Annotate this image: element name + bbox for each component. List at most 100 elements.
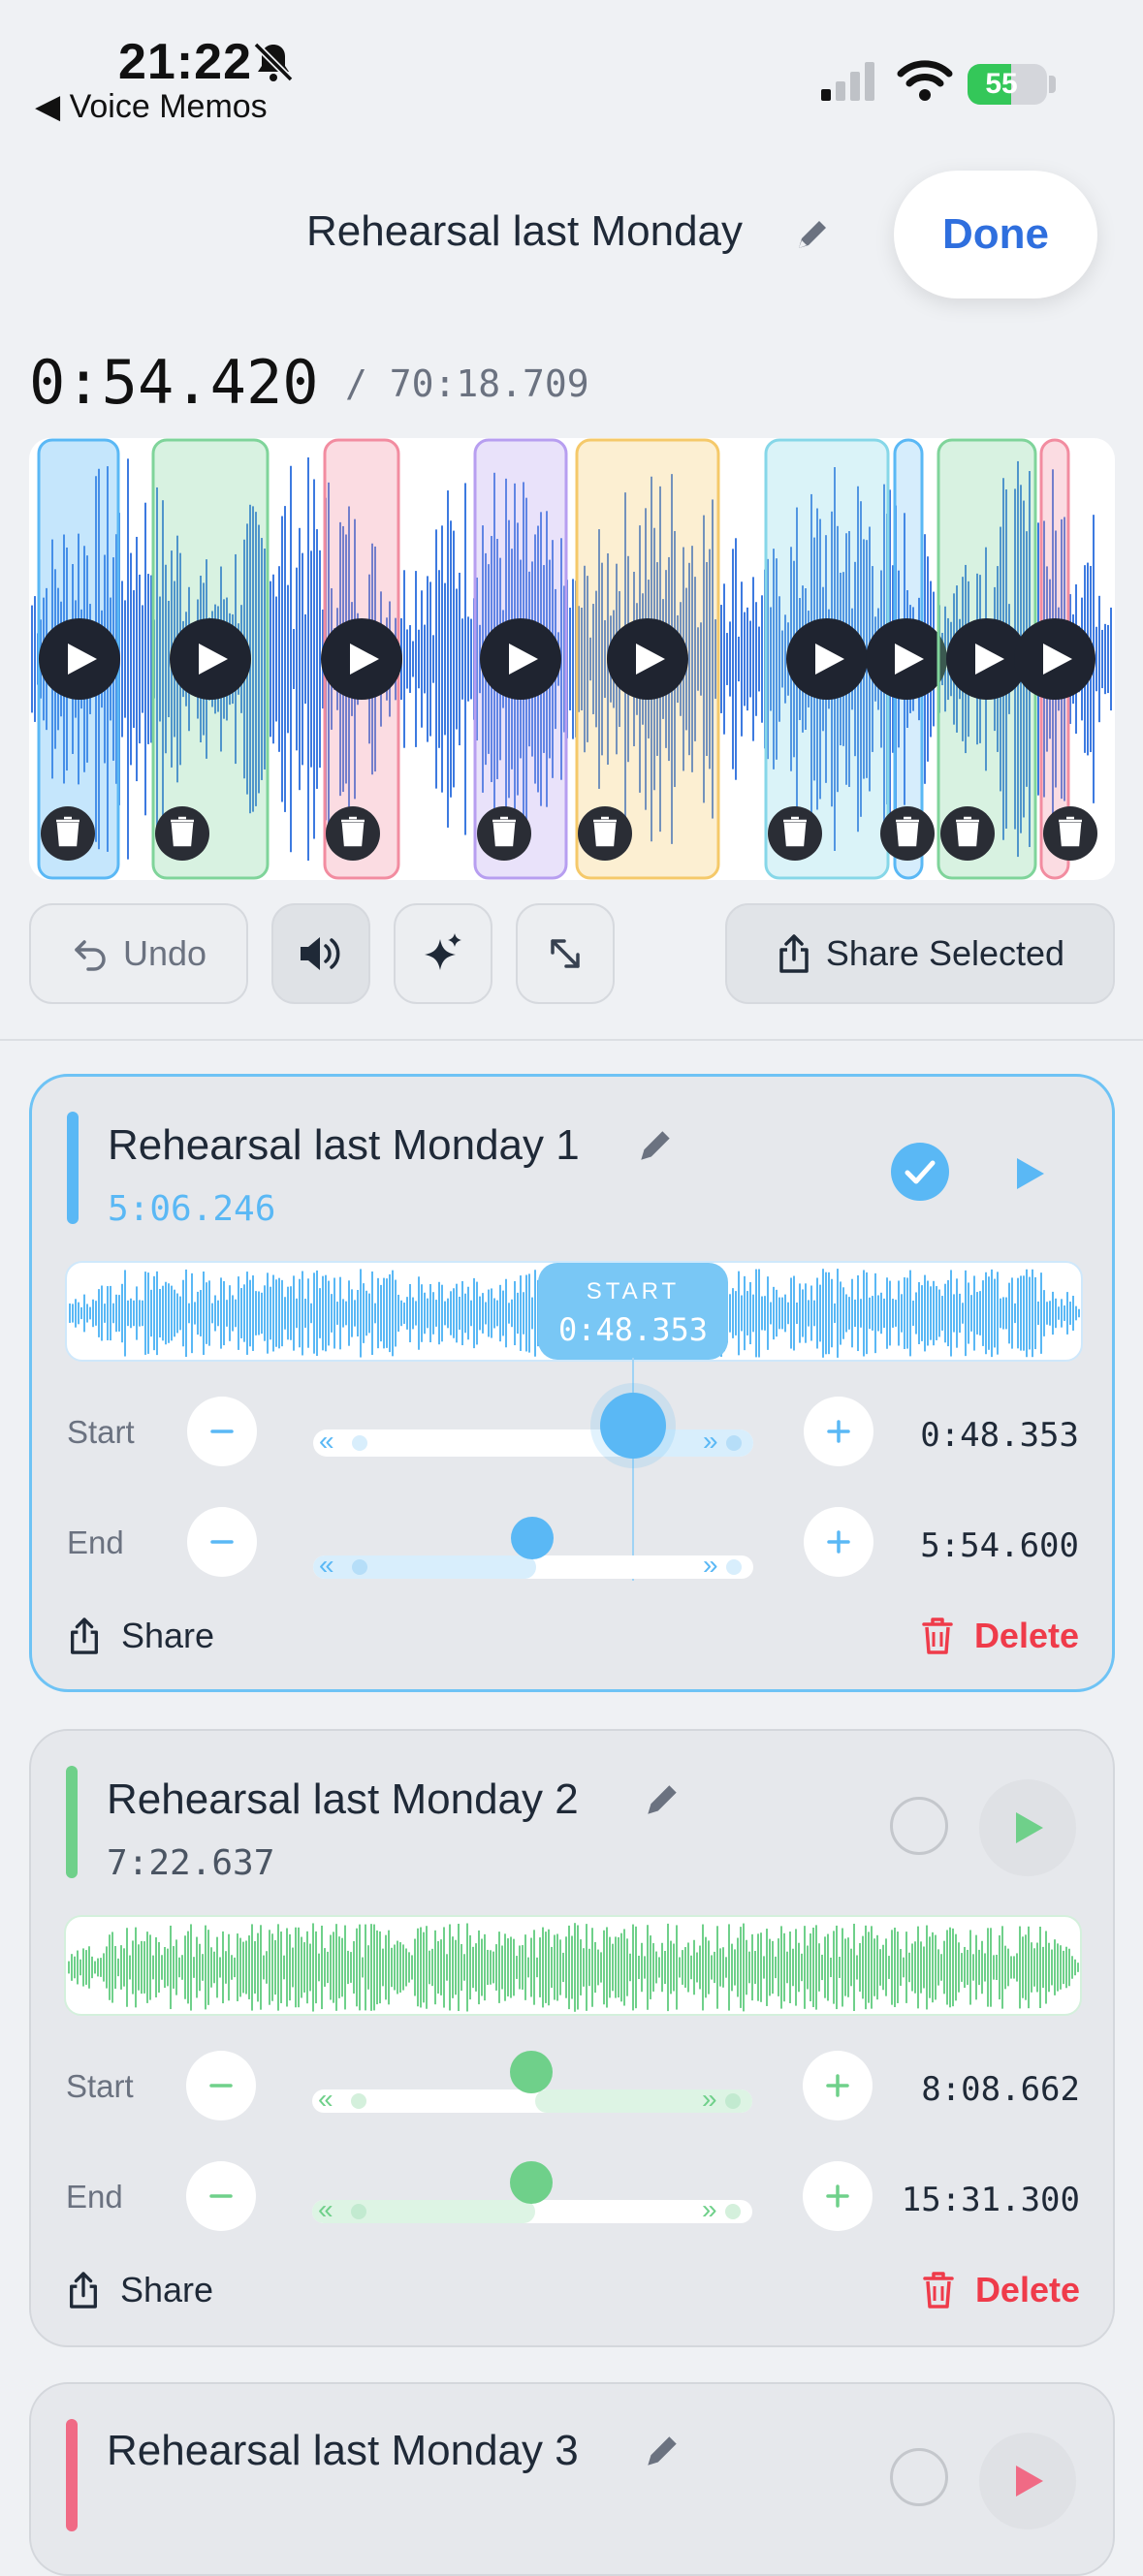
end-time-value: 15:31.300 [901, 2181, 1080, 2219]
start-slider-track[interactable]: « » [313, 1426, 753, 1457]
start-decrement-button[interactable] [187, 1397, 257, 1466]
clip-play-button[interactable] [980, 1125, 1077, 1222]
total-duration: / 70:18.709 [345, 362, 589, 405]
clip-region-play-icon[interactable] [170, 618, 251, 700]
end-label: End [67, 1524, 124, 1560]
clip-card-3[interactable]: Rehearsal last Monday 3 [29, 2382, 1115, 2576]
clip-share-button[interactable]: Share [66, 2270, 213, 2310]
minus-icon [210, 1540, 234, 1544]
clip-region-play-icon[interactable] [1014, 618, 1095, 700]
play-icon [1016, 2466, 1043, 2497]
clip-region-trash-icon[interactable] [880, 806, 935, 861]
share-icon [71, 1618, 98, 1654]
share-label: Share [120, 2270, 214, 2309]
plus-icon [826, 2074, 849, 2097]
end-increment-button[interactable] [803, 2161, 873, 2231]
end-slider-thumb[interactable] [510, 2161, 553, 2204]
end-decrement-button[interactable] [186, 2161, 256, 2231]
undo-arrow-icon [75, 940, 106, 971]
clip-region-trash-icon[interactable] [1043, 806, 1097, 861]
clip-waveform[interactable] [64, 1915, 1082, 2016]
end-decrement-button[interactable] [187, 1507, 257, 1577]
clip-delete-button[interactable]: Delete [921, 2270, 1080, 2310]
plus-icon [827, 1420, 850, 1443]
end-slider-thumb[interactable] [511, 1517, 554, 1559]
checkmark-icon [905, 1160, 936, 1184]
edit-clip-name-pencil-icon[interactable] [642, 2431, 683, 2471]
recording-title[interactable]: Rehearsal last Monday [306, 207, 743, 256]
expand-arrows-icon [551, 939, 580, 968]
end-increment-button[interactable] [804, 1507, 873, 1577]
play-icon [1017, 1158, 1044, 1189]
clip-color-bar [66, 1766, 78, 1878]
start-increment-button[interactable] [804, 1397, 873, 1466]
main-waveform-editor[interactable] [29, 438, 1115, 880]
clip-duration: 7:22.637 [107, 1843, 275, 1883]
clip-color-bar [67, 1112, 79, 1224]
clip-card-2[interactable]: Rehearsal last Monday 2 7:22.637 Start «… [29, 1729, 1115, 2347]
volume-button[interactable] [271, 903, 370, 1004]
clip-name[interactable]: Rehearsal last Monday 3 [107, 2427, 579, 2475]
undo-button[interactable]: Undo [29, 903, 248, 1004]
tooltip-label: START [586, 1278, 681, 1304]
end-time-value: 5:54.600 [920, 1526, 1079, 1565]
undo-label: Undo [122, 933, 207, 973]
start-time-value: 8:08.662 [921, 2070, 1080, 2109]
clip-region-trash-icon[interactable] [41, 806, 95, 861]
clip-region-play-icon[interactable] [607, 618, 688, 700]
plus-icon [827, 1530, 850, 1554]
start-label: Start [67, 1414, 135, 1450]
clip-region-trash-icon[interactable] [940, 806, 995, 861]
edit-title-pencil-icon[interactable] [793, 215, 832, 254]
clip-share-button[interactable]: Share [67, 1616, 214, 1656]
clip-region-play-icon[interactable] [786, 618, 868, 700]
section-divider [0, 1039, 1143, 1041]
delete-label: Delete [974, 2270, 1080, 2309]
clip-region-trash-icon[interactable] [768, 806, 822, 861]
scrub-line [632, 1358, 634, 1581]
expand-button[interactable] [516, 903, 615, 1004]
start-increment-button[interactable] [803, 2051, 873, 2120]
edit-clip-name-pencil-icon[interactable] [642, 1779, 683, 1820]
clip-region-play-icon[interactable] [321, 618, 402, 700]
clip-region-trash-icon[interactable] [477, 806, 531, 861]
clip-name[interactable]: Rehearsal last Monday 1 [108, 1121, 580, 1170]
start-slider-thumb[interactable] [510, 2051, 553, 2093]
share-icon [70, 2272, 97, 2309]
sparkles-icon [425, 933, 461, 970]
cellular-signal-icon [821, 62, 874, 101]
wifi-icon [897, 60, 953, 101]
battery-tip [1049, 76, 1056, 93]
enhance-button[interactable] [394, 903, 492, 1004]
clip-selected-checkbox[interactable] [890, 2448, 948, 2506]
clip-card-1[interactable]: Rehearsal last Monday 1 5:06.246 START 0… [29, 1074, 1115, 1692]
start-slider-thumb[interactable] [600, 1393, 666, 1459]
minus-icon [210, 1429, 234, 1433]
back-to-voice-memos-link[interactable]: ◀ Voice Memos [35, 87, 268, 126]
battery-percent: 55 [985, 68, 1018, 100]
clip-region-play-icon[interactable] [866, 618, 947, 700]
clip-region-trash-icon[interactable] [578, 806, 632, 861]
clip-selected-checkbox[interactable] [891, 1143, 949, 1201]
clip-region-play-icon[interactable] [39, 618, 120, 700]
done-button[interactable]: Done [894, 171, 1097, 298]
clip-play-button[interactable] [979, 2433, 1076, 2529]
minus-icon [209, 2084, 233, 2088]
trash-icon [922, 1618, 953, 1654]
clip-selected-checkbox[interactable] [890, 1797, 948, 1855]
clip-region-trash-icon[interactable] [326, 806, 380, 861]
tooltip-value: 0:48.353 [557, 1311, 709, 1348]
delete-label: Delete [973, 1616, 1079, 1655]
share-selected-button[interactable]: Share Selected [725, 903, 1115, 1004]
clip-color-bar [66, 2419, 78, 2531]
clip-region-trash-icon[interactable] [155, 806, 209, 861]
clip-delete-button[interactable]: Delete [920, 1616, 1079, 1656]
start-decrement-button[interactable] [186, 2051, 256, 2120]
clip-play-button[interactable] [979, 1779, 1076, 1876]
edit-clip-name-pencil-icon[interactable] [635, 1125, 676, 1166]
trash-icon [923, 2272, 954, 2309]
clip-name[interactable]: Rehearsal last Monday 2 [107, 1775, 579, 1824]
clip-region-play-icon[interactable] [480, 618, 561, 700]
share-selected-label: Share Selected [825, 933, 1065, 973]
battery-indicator: 55 [968, 64, 1047, 105]
